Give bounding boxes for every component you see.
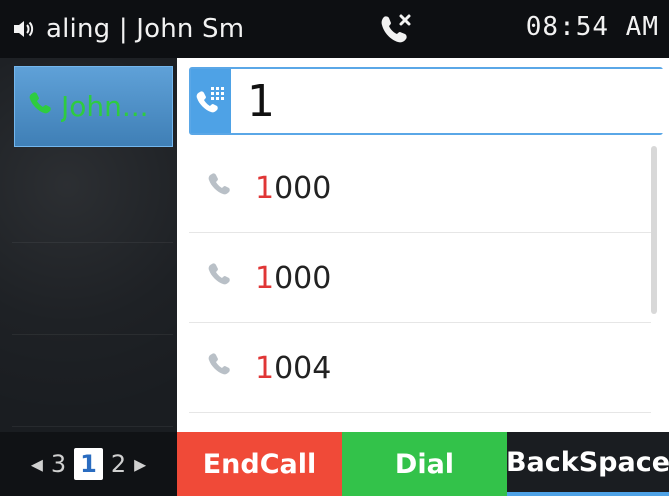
dial-number-input[interactable] xyxy=(231,69,669,133)
phone-icon xyxy=(205,170,233,206)
status-title: aling | John Sm xyxy=(46,14,245,44)
suggestion-row[interactable]: 1004 xyxy=(189,324,651,413)
missed-call-icon xyxy=(373,12,419,46)
dial-button[interactable]: Dial xyxy=(342,432,507,496)
status-bar: aling | John Sm 08:54 AM xyxy=(0,0,669,58)
backspace-button[interactable]: BackSpace xyxy=(506,432,669,496)
suggestion-number: 1000 xyxy=(255,171,331,206)
page-current: 1 xyxy=(74,448,103,480)
active-call-tile[interactable]: John... xyxy=(14,66,173,147)
status-left: aling | John Sm xyxy=(10,10,244,48)
matched-digit: 1 xyxy=(255,350,275,386)
remaining-digits: 000 xyxy=(274,170,332,206)
phone-screen: aling | John Sm 08:54 AM John... 1 1000 … xyxy=(0,0,669,496)
phone-icon xyxy=(205,260,233,296)
speaker-icon xyxy=(10,15,38,43)
suggestions-scrollbar[interactable] xyxy=(651,146,657,314)
dial-input-box[interactable] xyxy=(189,67,669,135)
matched-digit: 1 xyxy=(255,260,275,296)
status-time: 08:54 AM xyxy=(525,12,659,42)
page-indicator[interactable]: ◂ 3 1 2 ▸ xyxy=(0,432,177,496)
dialpad-icon xyxy=(191,69,231,133)
suggestion-row[interactable]: 1000 xyxy=(189,144,651,233)
suggestion-list: 1000 1000 1004 xyxy=(189,144,651,432)
phone-icon xyxy=(205,350,233,386)
suggestion-row[interactable]: 1000 xyxy=(189,234,651,323)
call-slot xyxy=(12,334,173,427)
call-slot xyxy=(12,242,173,335)
endcall-button[interactable]: EndCall xyxy=(177,432,342,496)
suggestion-number: 1000 xyxy=(255,261,331,296)
right-arrow-icon[interactable]: ▸ xyxy=(134,450,146,478)
phone-icon xyxy=(27,90,53,123)
matched-digit: 1 xyxy=(255,170,275,206)
suggestion-number: 1004 xyxy=(255,351,331,386)
dialer-pane: 1000 1000 xyxy=(177,58,669,432)
left-arrow-icon[interactable]: ◂ xyxy=(31,450,43,478)
remaining-digits: 004 xyxy=(274,350,332,386)
call-list-pane: John... xyxy=(0,58,177,432)
page-prev: 3 xyxy=(50,450,67,478)
page-next: 2 xyxy=(110,450,127,478)
active-call-name: John... xyxy=(61,90,149,123)
remaining-digits: 000 xyxy=(274,260,332,296)
call-slot xyxy=(12,150,173,243)
softkey-bar: ◂ 3 1 2 ▸ EndCall Dial BackSpace xyxy=(0,432,669,496)
